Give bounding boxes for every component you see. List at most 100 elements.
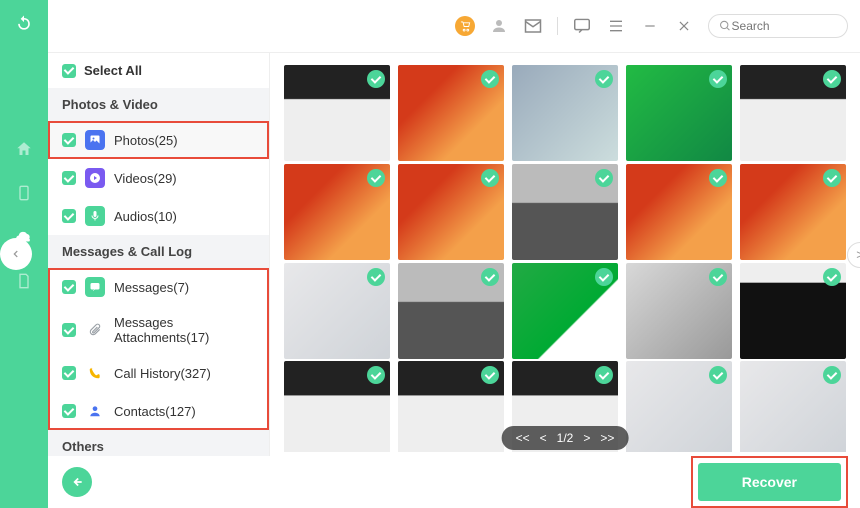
thumbnail[interactable]	[740, 65, 846, 161]
search-icon	[719, 19, 732, 33]
home-icon[interactable]	[13, 138, 35, 160]
thumbnail-check-icon[interactable]	[481, 169, 499, 187]
pager-prev-icon[interactable]: <	[540, 431, 547, 445]
thumbnail[interactable]	[626, 164, 732, 260]
thumbnail-check-icon[interactable]	[595, 70, 613, 88]
phone-nav-icon[interactable]	[13, 182, 35, 204]
thumbnail[interactable]	[398, 263, 504, 359]
contact-icon	[85, 401, 105, 421]
search-box[interactable]	[708, 14, 848, 38]
search-input[interactable]	[732, 19, 837, 33]
sidebar-item[interactable]: Messages(7)	[48, 268, 269, 306]
thumbnail[interactable]	[512, 164, 618, 260]
sidebar: Select All Photos & Video Photos(25) Video…	[48, 53, 270, 456]
photo-icon	[85, 130, 105, 150]
thumbnail-check-icon[interactable]	[709, 268, 727, 286]
thumbnail[interactable]	[626, 65, 732, 161]
thumbnail-check-icon[interactable]	[367, 268, 385, 286]
sidebar-item[interactable]: Videos(29)	[48, 159, 269, 197]
item-label: Audios(10)	[114, 209, 177, 224]
thumbnail-check-icon[interactable]	[823, 268, 841, 286]
close-icon[interactable]	[674, 16, 694, 36]
item-label: Messages Attachments(17)	[114, 315, 255, 345]
document-nav-icon[interactable]	[13, 270, 35, 292]
thumbnail-check-icon[interactable]	[481, 70, 499, 88]
thumbnail[interactable]	[284, 361, 390, 452]
back-button[interactable]	[62, 467, 92, 497]
item-label: Videos(29)	[114, 171, 177, 186]
select-all-label: Select All	[84, 63, 142, 78]
thumbnail-check-icon[interactable]	[367, 169, 385, 187]
thumbnail[interactable]	[398, 164, 504, 260]
thumbnail[interactable]	[740, 164, 846, 260]
thumbnail[interactable]	[740, 361, 846, 452]
audio-icon	[85, 206, 105, 226]
thumbnail-check-icon[interactable]	[367, 70, 385, 88]
message-icon	[85, 277, 105, 297]
thumbnail-check-icon[interactable]	[823, 169, 841, 187]
pager-next-icon[interactable]: >	[583, 431, 590, 445]
thumbnail[interactable]	[284, 263, 390, 359]
item-label: Call History(327)	[114, 366, 211, 381]
item-label: Messages(7)	[114, 280, 189, 295]
footer: Recover	[48, 456, 860, 508]
cart-icon[interactable]	[455, 16, 475, 36]
item-checkbox[interactable]	[62, 209, 76, 223]
item-checkbox[interactable]	[62, 280, 76, 294]
item-label: Photos(25)	[114, 133, 178, 148]
thumbnail-check-icon[interactable]	[823, 70, 841, 88]
pager: << < 1/2 > >>	[502, 426, 629, 450]
thumbnail[interactable]	[512, 65, 618, 161]
mail-icon[interactable]	[523, 16, 543, 36]
item-checkbox[interactable]	[62, 171, 76, 185]
thumbnail[interactable]	[626, 263, 732, 359]
item-checkbox[interactable]	[62, 323, 76, 337]
minimize-icon[interactable]	[640, 16, 660, 36]
thumbnail-check-icon[interactable]	[595, 366, 613, 384]
thumbnail[interactable]	[284, 164, 390, 260]
sidebar-item[interactable]: Messages Attachments(17)	[48, 306, 269, 354]
thumbnail-check-icon[interactable]	[595, 169, 613, 187]
feedback-icon[interactable]	[572, 16, 592, 36]
thumbnail[interactable]	[398, 361, 504, 452]
group-header: Messages & Call Log	[48, 235, 269, 268]
thumbnail[interactable]	[740, 263, 846, 359]
sidebar-item[interactable]: Audios(10)	[48, 197, 269, 235]
select-all-row[interactable]: Select All	[48, 53, 269, 88]
thumbnail-check-icon[interactable]	[481, 366, 499, 384]
item-checkbox[interactable]	[62, 133, 76, 147]
thumbnail-check-icon[interactable]	[481, 268, 499, 286]
sidebar-item[interactable]: Photos(25)	[48, 121, 269, 159]
thumbnail-check-icon[interactable]	[709, 366, 727, 384]
pager-first-icon[interactable]: <<	[516, 431, 530, 445]
thumbnail[interactable]	[512, 263, 618, 359]
item-checkbox[interactable]	[62, 366, 76, 380]
thumbnail[interactable]	[284, 65, 390, 161]
call-icon	[85, 363, 105, 383]
thumbnail-check-icon[interactable]	[595, 268, 613, 286]
group-header: Others	[48, 430, 269, 456]
sidebar-item[interactable]: Call History(327)	[48, 354, 269, 392]
thumbnail-check-icon[interactable]	[709, 70, 727, 88]
recover-button[interactable]: Recover	[698, 463, 841, 501]
pager-last-icon[interactable]: >>	[600, 431, 614, 445]
thumbnail-check-icon[interactable]	[367, 366, 385, 384]
user-icon[interactable]	[489, 16, 509, 36]
thumbnail-check-icon[interactable]	[823, 366, 841, 384]
pager-label: 1/2	[557, 431, 574, 445]
thumbnail[interactable]	[626, 361, 732, 452]
group-header: Photos & Video	[48, 88, 269, 121]
topbar	[48, 0, 860, 52]
thumbnail[interactable]	[398, 65, 504, 161]
item-checkbox[interactable]	[62, 404, 76, 418]
sidebar-item[interactable]: Contacts(127)	[48, 392, 269, 430]
select-all-checkbox[interactable]	[62, 64, 76, 78]
item-label: Contacts(127)	[114, 404, 196, 419]
carousel-next-icon[interactable]: >	[847, 242, 860, 268]
app-logo-icon[interactable]	[13, 12, 35, 34]
menu-icon[interactable]	[606, 16, 626, 36]
attachment-icon	[85, 320, 105, 340]
carousel-prev-icon[interactable]	[0, 238, 32, 270]
thumbnail-check-icon[interactable]	[709, 169, 727, 187]
thumbnail-grid: << < 1/2 > >> >	[270, 53, 860, 456]
